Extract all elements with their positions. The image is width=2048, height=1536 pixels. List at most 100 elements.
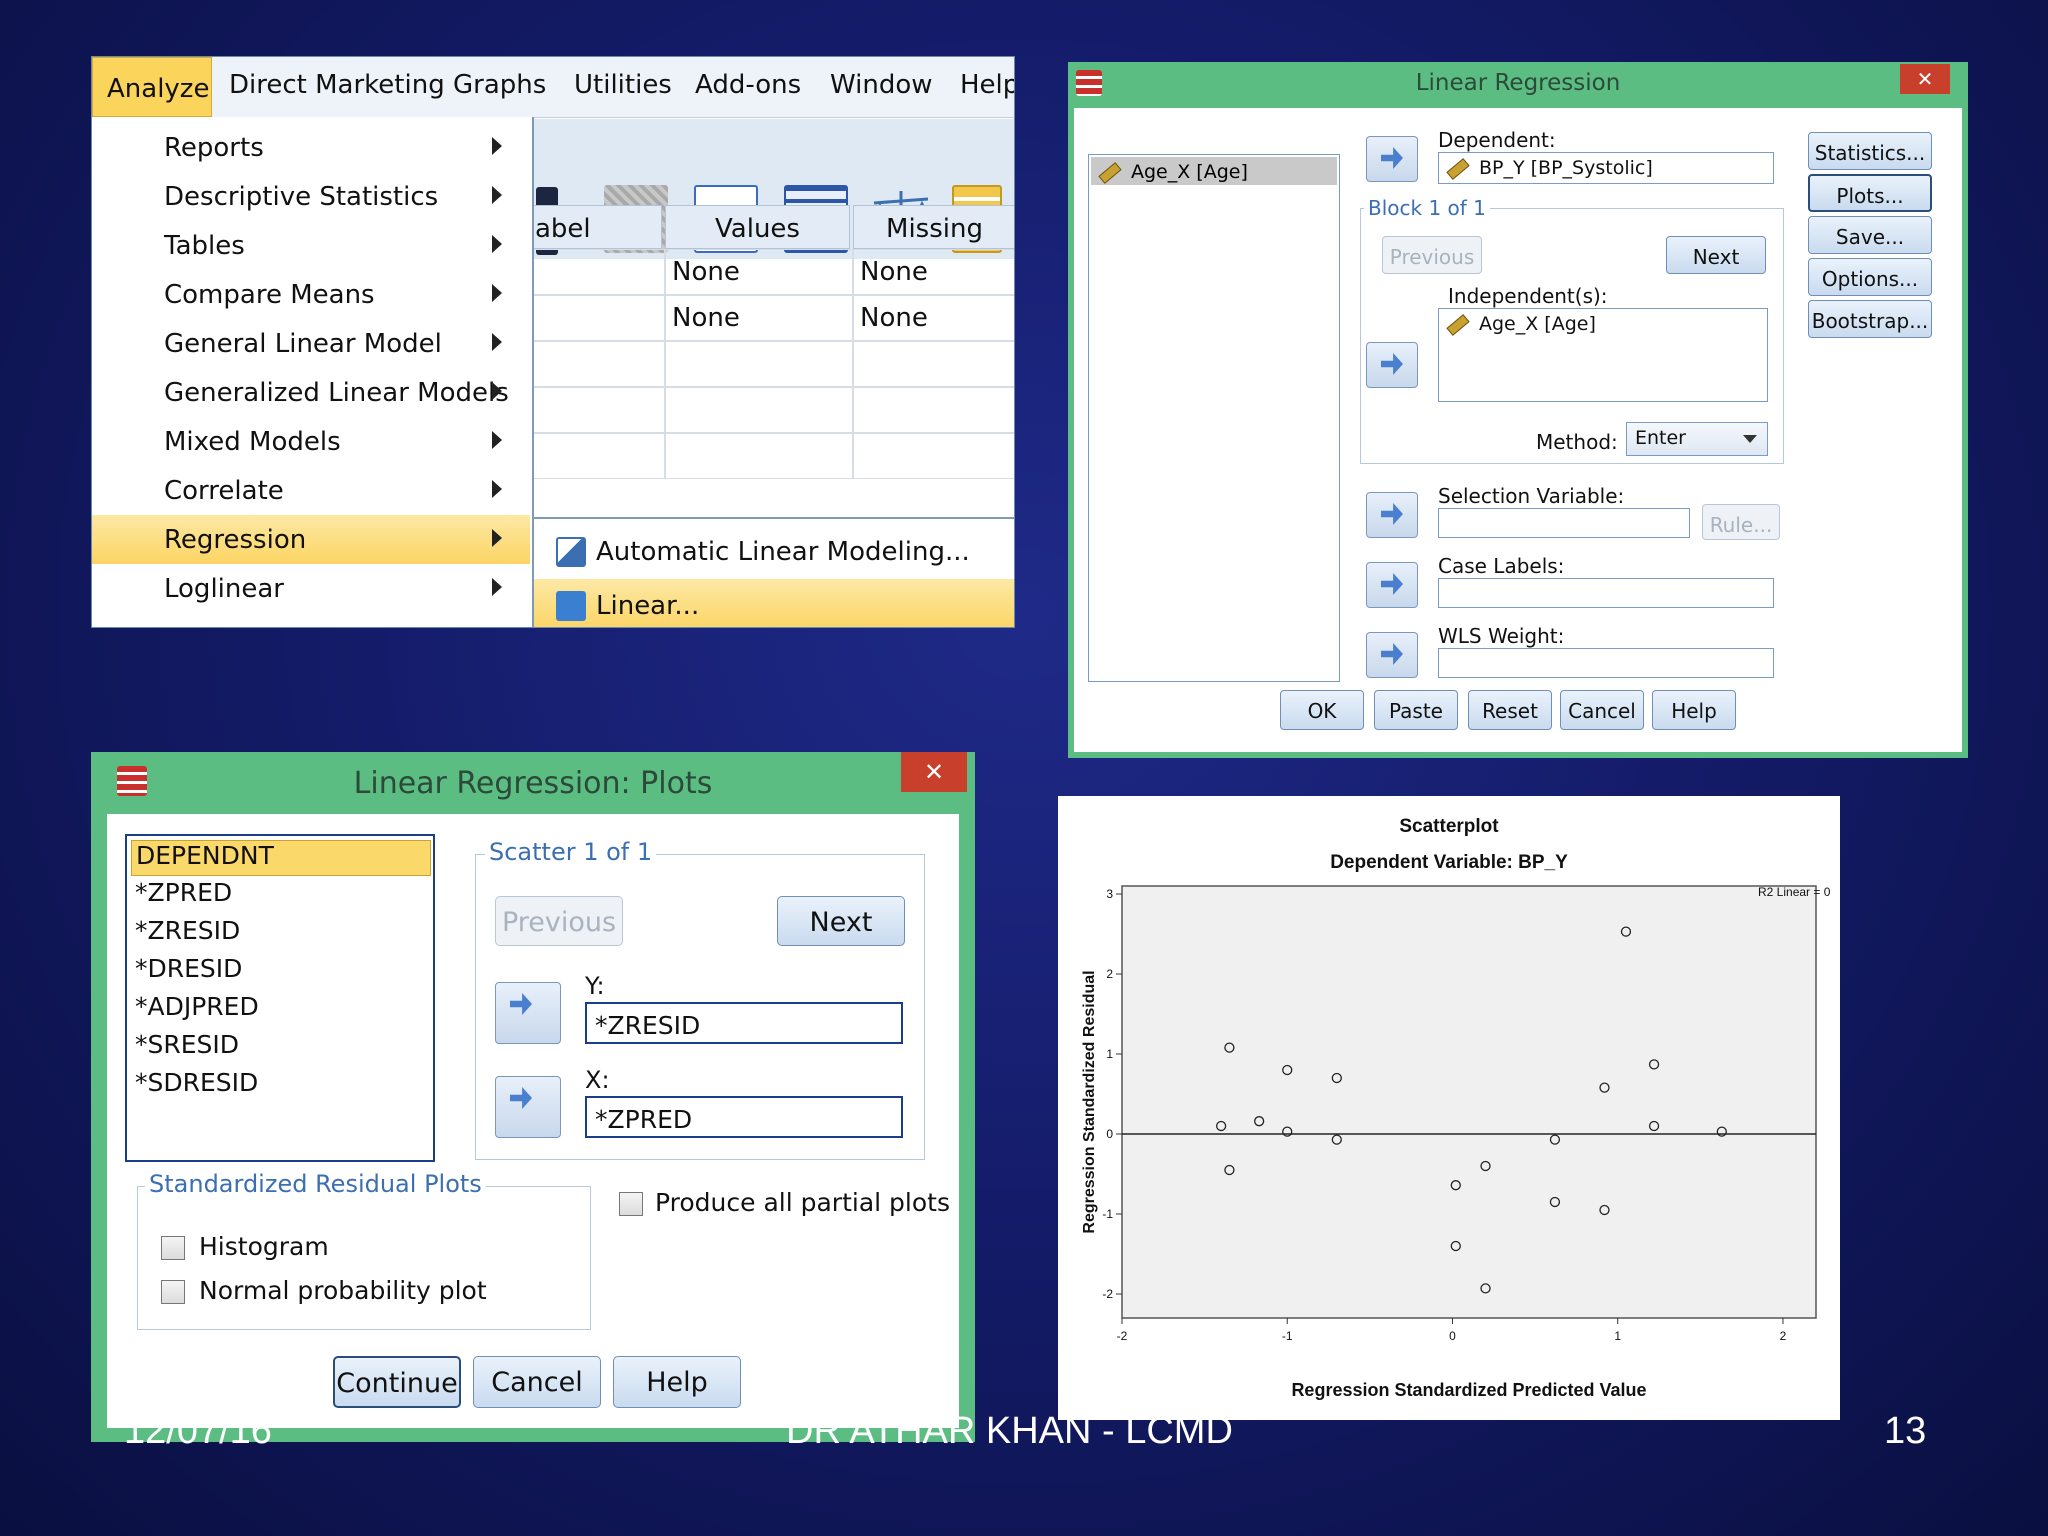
- move-to-case-labels-button[interactable]: [1366, 562, 1418, 608]
- grid-cell[interactable]: [853, 433, 1014, 479]
- x-field[interactable]: *ZPRED: [585, 1096, 903, 1138]
- menu-item-descriptive-statistics[interactable]: Descriptive Statistics: [92, 172, 530, 221]
- analyze-dropdown: Reports Descriptive Statistics Tables Co…: [92, 117, 534, 627]
- help-button[interactable]: Help: [1652, 690, 1736, 730]
- standardized-residual-label: Standardized Residual Plots: [145, 1170, 486, 1198]
- list-item-adjpred[interactable]: *ADJPRED: [131, 992, 435, 1028]
- scatter-label: Scatter 1 of 1: [485, 838, 657, 866]
- column-header-missing[interactable]: Missing: [853, 205, 1014, 249]
- menu-window[interactable]: Window: [830, 70, 933, 100]
- save-button[interactable]: Save...: [1808, 216, 1932, 254]
- menu-item-automatic-linear-modeling[interactable]: Automatic Linear Modeling...: [534, 525, 1014, 577]
- bootstrap-button[interactable]: Bootstrap...: [1808, 300, 1932, 338]
- wls-weight-field[interactable]: [1438, 648, 1774, 678]
- selection-variable-field[interactable]: [1438, 508, 1690, 538]
- list-item-sdresid[interactable]: *SDRESID: [131, 1068, 435, 1104]
- move-to-y-button[interactable]: [495, 982, 561, 1044]
- list-item-dependnt[interactable]: DEPENDNT: [131, 840, 431, 876]
- variable-list[interactable]: DEPENDNT *ZPRED *ZRESID *DRESID *ADJPRED…: [125, 834, 435, 1162]
- method-label: Method:: [1536, 430, 1618, 454]
- method-select[interactable]: Enter: [1626, 422, 1768, 456]
- submenu-arrow-icon: [492, 382, 502, 400]
- grid-cell[interactable]: None: [853, 249, 1014, 295]
- close-icon[interactable]: ✕: [901, 752, 967, 792]
- plots-button[interactable]: Plots...: [1808, 174, 1932, 212]
- menu-item-generalized-linear-models[interactable]: Generalized Linear Models: [92, 368, 530, 417]
- menu-item-regression[interactable]: Regression: [92, 515, 530, 564]
- menu-item-tables[interactable]: Tables: [92, 221, 530, 270]
- previous-button[interactable]: Previous: [495, 896, 623, 946]
- column-header-values[interactable]: Values: [665, 205, 850, 249]
- grid-cell[interactable]: None: [665, 295, 853, 341]
- normal-probability-checkbox[interactable]: [161, 1280, 185, 1304]
- ok-button[interactable]: OK: [1280, 690, 1364, 730]
- menu-help[interactable]: Help: [960, 70, 1014, 100]
- scale-variable-icon: [1446, 157, 1470, 180]
- grid-cell[interactable]: [532, 295, 665, 341]
- statistics-button[interactable]: Statistics...: [1808, 132, 1932, 170]
- move-to-independents-button[interactable]: [1366, 342, 1418, 388]
- previous-button[interactable]: Previous: [1382, 236, 1482, 274]
- footer-page-number: 13: [1884, 1410, 1927, 1452]
- close-icon[interactable]: ✕: [1900, 64, 1950, 94]
- cancel-button[interactable]: Cancel: [473, 1356, 601, 1408]
- menu-item-loglinear[interactable]: Loglinear: [92, 564, 530, 613]
- move-to-dependent-button[interactable]: [1366, 136, 1418, 182]
- menu-item-general-linear-model[interactable]: General Linear Model: [92, 319, 530, 368]
- reset-button[interactable]: Reset: [1468, 690, 1552, 730]
- y-field[interactable]: *ZRESID: [585, 1002, 903, 1044]
- grid-cell[interactable]: [532, 387, 665, 433]
- menu-item-linear[interactable]: Linear...: [534, 579, 1014, 627]
- menu-item-correlate[interactable]: Correlate: [92, 466, 530, 515]
- menu-item-reports[interactable]: Reports: [92, 123, 530, 172]
- independents-list[interactable]: Age_X [Age]: [1438, 308, 1768, 402]
- continue-button[interactable]: Continue: [333, 1356, 461, 1408]
- list-item-sresid[interactable]: *SRESID: [131, 1030, 435, 1066]
- grid-cell[interactable]: None: [853, 295, 1014, 341]
- move-to-wls-weight-button[interactable]: [1366, 632, 1418, 678]
- menu-item-mixed-models[interactable]: Mixed Models: [92, 417, 530, 466]
- histogram-checkbox[interactable]: [161, 1236, 185, 1260]
- menu-graphs[interactable]: Graphs: [453, 70, 546, 100]
- case-labels-field[interactable]: [1438, 578, 1774, 608]
- grid-cell[interactable]: [853, 341, 1014, 387]
- y-tick-label: 2: [1106, 967, 1113, 981]
- list-item-zresid[interactable]: *ZRESID: [131, 916, 435, 952]
- grid-cell[interactable]: [532, 341, 665, 387]
- menu-utilities[interactable]: Utilities: [574, 70, 672, 100]
- list-item-zpred[interactable]: *ZPRED: [131, 878, 435, 914]
- grid-cell[interactable]: [532, 433, 665, 479]
- column-header-label[interactable]: abel: [532, 205, 662, 249]
- dependent-field[interactable]: BP_Y [BP_Systolic]: [1438, 152, 1774, 184]
- rule-button[interactable]: Rule...: [1702, 504, 1780, 540]
- grid-cell[interactable]: [665, 387, 853, 433]
- next-button[interactable]: Next: [1666, 236, 1766, 274]
- grid-cell[interactable]: [665, 433, 853, 479]
- dialog-title: Linear Regression: Plots: [353, 766, 713, 801]
- menu-addons[interactable]: Add-ons: [695, 70, 801, 100]
- list-item[interactable]: Age_X [Age]: [1091, 157, 1337, 185]
- menu-direct-marketing[interactable]: Direct Marketing: [229, 70, 445, 100]
- y-tick-label: -1: [1102, 1207, 1113, 1221]
- dialog-titlebar: Linear Regression ✕: [1068, 62, 1968, 106]
- list-item-dresid[interactable]: *DRESID: [131, 954, 435, 990]
- help-button[interactable]: Help: [613, 1356, 741, 1408]
- move-to-x-button[interactable]: [495, 1076, 561, 1138]
- options-button[interactable]: Options...: [1808, 258, 1932, 296]
- dialog-body: DEPENDNT *ZPRED *ZRESID *DRESID *ADJPRED…: [107, 814, 959, 1428]
- grid-cell[interactable]: None: [665, 249, 853, 295]
- move-to-selection-button[interactable]: [1366, 492, 1418, 538]
- paste-button[interactable]: Paste: [1374, 690, 1458, 730]
- next-button[interactable]: Next: [777, 896, 905, 946]
- menu-item-compare-means[interactable]: Compare Means: [92, 270, 530, 319]
- cancel-button[interactable]: Cancel: [1560, 690, 1644, 730]
- wls-weight-label: WLS Weight:: [1438, 624, 1565, 648]
- menu-analyze[interactable]: Analyze: [92, 57, 212, 117]
- scale-variable-icon: [1446, 313, 1470, 336]
- grid-cell[interactable]: [665, 341, 853, 387]
- grid-cell[interactable]: [853, 387, 1014, 433]
- partial-plots-checkbox[interactable]: [619, 1192, 643, 1216]
- variable-list[interactable]: Age_X [Age]: [1088, 154, 1340, 682]
- grid-cell[interactable]: [532, 249, 665, 295]
- y-label: Y:: [585, 972, 605, 1000]
